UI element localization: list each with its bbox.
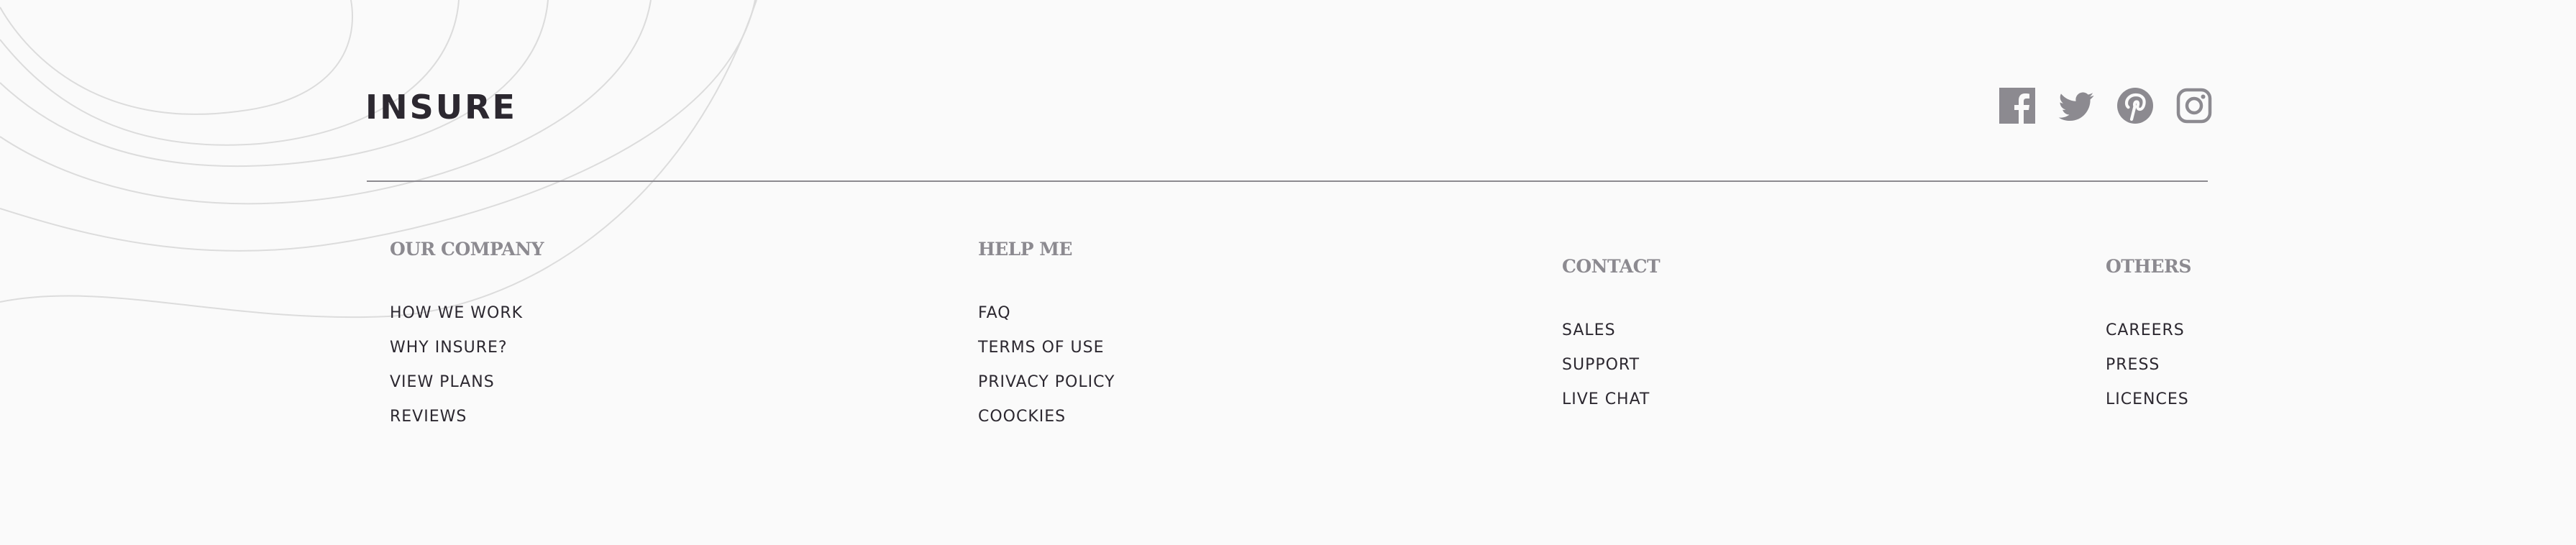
link-list: HOW WE WORK WHY INSURE? VIEW PLANS REVIE… (390, 305, 544, 443)
footer-link-faq[interactable]: FAQ (978, 304, 1011, 322)
facebook-icon[interactable] (1999, 88, 2035, 124)
link-list: FAQ TERMS OF USE PRIVACY POLICY COOCKIES (978, 305, 1115, 443)
footer-column-help-me: HELP ME FAQ TERMS OF USE PRIVACY POLICY … (978, 239, 1115, 443)
footer-link-view-plans[interactable]: VIEW PLANS (390, 373, 495, 391)
twitter-icon[interactable] (2058, 88, 2094, 124)
footer-link-terms-of-use[interactable]: TERMS OF USE (978, 339, 1105, 357)
link-list: SALES SUPPORT LIVE CHAT (1562, 322, 1660, 426)
footer-link-why-insure[interactable]: WHY INSURE? (390, 339, 508, 357)
footer-link-privacy-policy[interactable]: PRIVACY POLICY (978, 373, 1115, 391)
column-heading: CONTACT (1562, 256, 1661, 277)
column-heading: OTHERS (2106, 256, 2191, 277)
instagram-icon[interactable] (2176, 88, 2212, 124)
column-heading: HELP ME (978, 239, 1072, 260)
footer-link-sales[interactable]: SALES (1562, 321, 1616, 339)
footer-column-contact: CONTACT SALES SUPPORT LIVE CHAT (1562, 256, 1661, 426)
footer-link-how-we-work[interactable]: HOW WE WORK (390, 304, 523, 322)
column-heading: OUR COMPANY (390, 239, 544, 260)
footer-divider (367, 180, 2208, 182)
brand-logo[interactable]: INSURE (365, 91, 517, 124)
footer-link-reviews[interactable]: REVIEWS (390, 408, 467, 426)
footer-link-careers[interactable]: CAREERS (2106, 321, 2185, 339)
footer-column-others: OTHERS CAREERS PRESS LICENCES (2106, 256, 2191, 426)
social-links (1999, 88, 2212, 124)
footer-link-support[interactable]: SUPPORT (1562, 356, 1640, 374)
pinterest-icon[interactable] (2117, 88, 2153, 124)
footer-link-licences[interactable]: LICENCES (2106, 390, 2189, 408)
footer-link-cookies[interactable]: COOCKIES (978, 408, 1066, 426)
footer-link-press[interactable]: PRESS (2106, 356, 2160, 374)
footer-link-live-chat[interactable]: LIVE CHAT (1562, 390, 1650, 408)
link-list: CAREERS PRESS LICENCES (2106, 322, 2191, 426)
footer-column-our-company: OUR COMPANY HOW WE WORK WHY INSURE? VIEW… (390, 239, 544, 443)
